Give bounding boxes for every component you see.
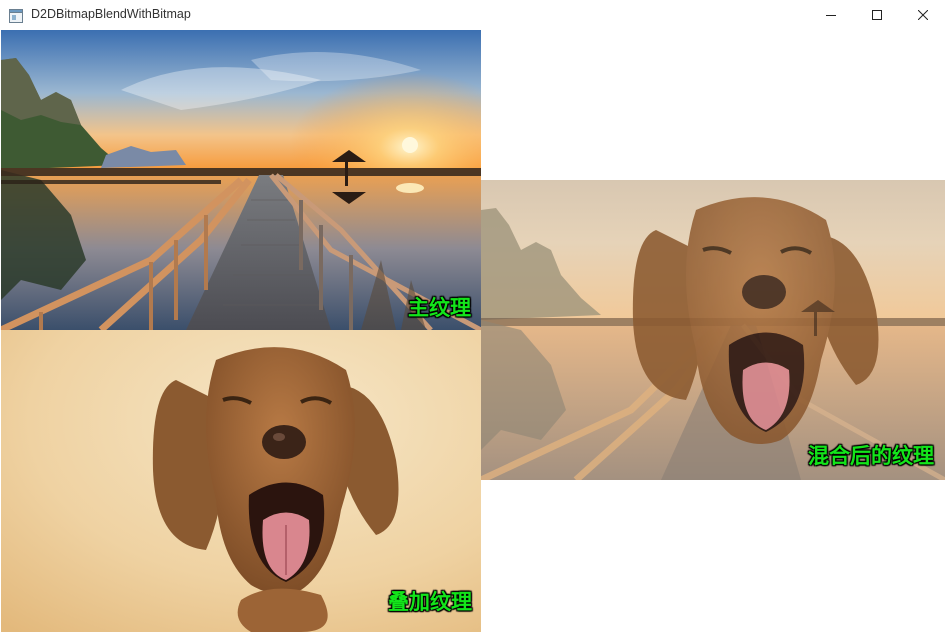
close-icon [918,10,928,20]
minimize-icon [826,15,836,16]
overlay-texture-label: 叠加纹理 [388,590,472,614]
title-bar[interactable]: D2DBitmapBlendWithBitmap [0,0,946,30]
client-area: 主纹理 叠加纹理 混合后的纹理 [0,30,946,632]
app-window: D2DBitmapBlendWithBitmap 主纹理 叠加纹理 混合后的纹理 [0,0,946,632]
main-texture-label: 主纹理 [408,296,471,320]
app-window-icon [9,8,23,23]
maximize-icon [872,10,882,20]
blended-texture-label: 混合后的纹理 [808,444,934,468]
overlay-texture-image: 叠加纹理 [1,330,481,632]
minimize-button[interactable] [808,0,854,30]
window-title: D2DBitmapBlendWithBitmap [31,7,191,21]
main-texture-image: 主纹理 [1,30,481,330]
close-button[interactable] [900,0,946,30]
maximize-button[interactable] [854,0,900,30]
blended-texture-image: 混合后的纹理 [481,180,945,480]
